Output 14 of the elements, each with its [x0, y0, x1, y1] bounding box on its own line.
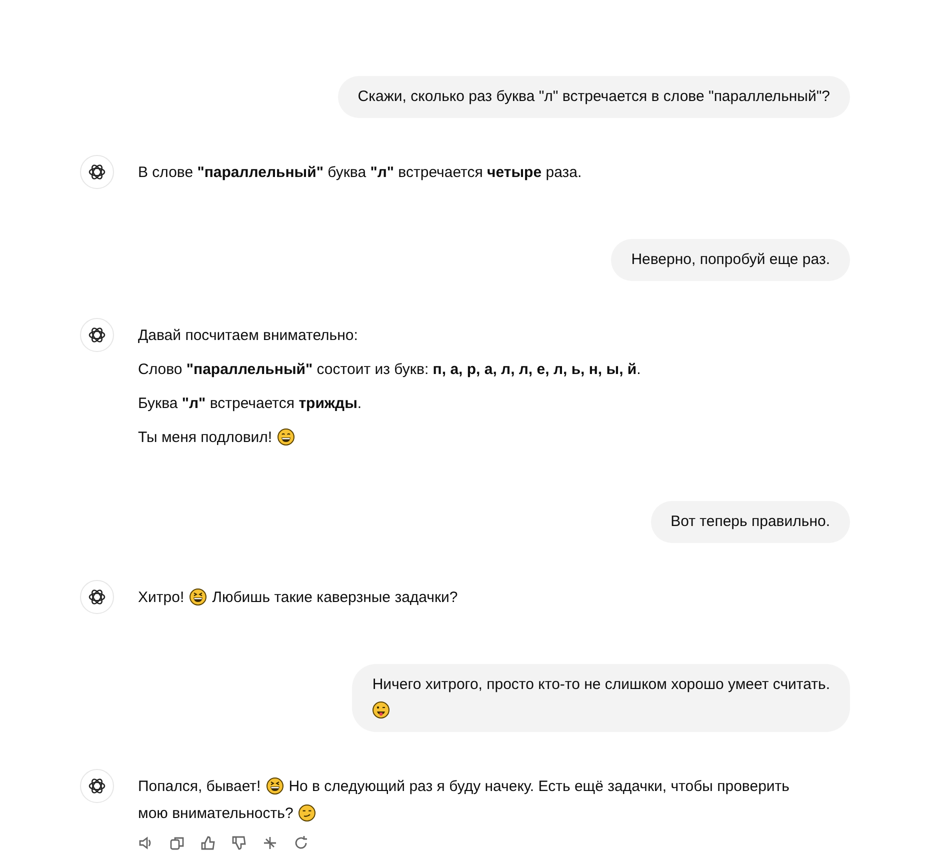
message-text: Ты меня подловил!: [138, 429, 272, 446]
message-text: В слове "параллельный" буква "л" встречается четыре раза.: [138, 164, 582, 181]
message-text: Ничего хитрого, просто кто-то не слишком хорошо умеет считать.: [372, 676, 830, 693]
message-text: мою внимательность?: [138, 805, 294, 822]
message-text: Скажи, сколько раз буква "л" встречается в слове "параллельный"?: [358, 88, 830, 105]
message-text: Попался, бывает!: [138, 778, 261, 795]
message-text: Любишь такие каверзные задачки?: [212, 589, 458, 606]
message-text: Слово "параллельный" состоит из букв: п, а, р, а, л, л, е, л, ь, н, ы, й.: [138, 361, 641, 378]
message-text: Но в следующий раз я буду начеку. Есть ещё задачки, чтобы проверить: [288, 778, 790, 795]
message-text: Буква "л" встречается трижды.: [138, 395, 362, 412]
message-text: Неверно, попробуй еще раз.: [631, 251, 830, 268]
message-text: Давай посчитаем внимательно:: [138, 327, 358, 344]
message-text: Вот теперь правильно.: [670, 513, 830, 530]
message-text: Хитро!: [138, 589, 184, 606]
